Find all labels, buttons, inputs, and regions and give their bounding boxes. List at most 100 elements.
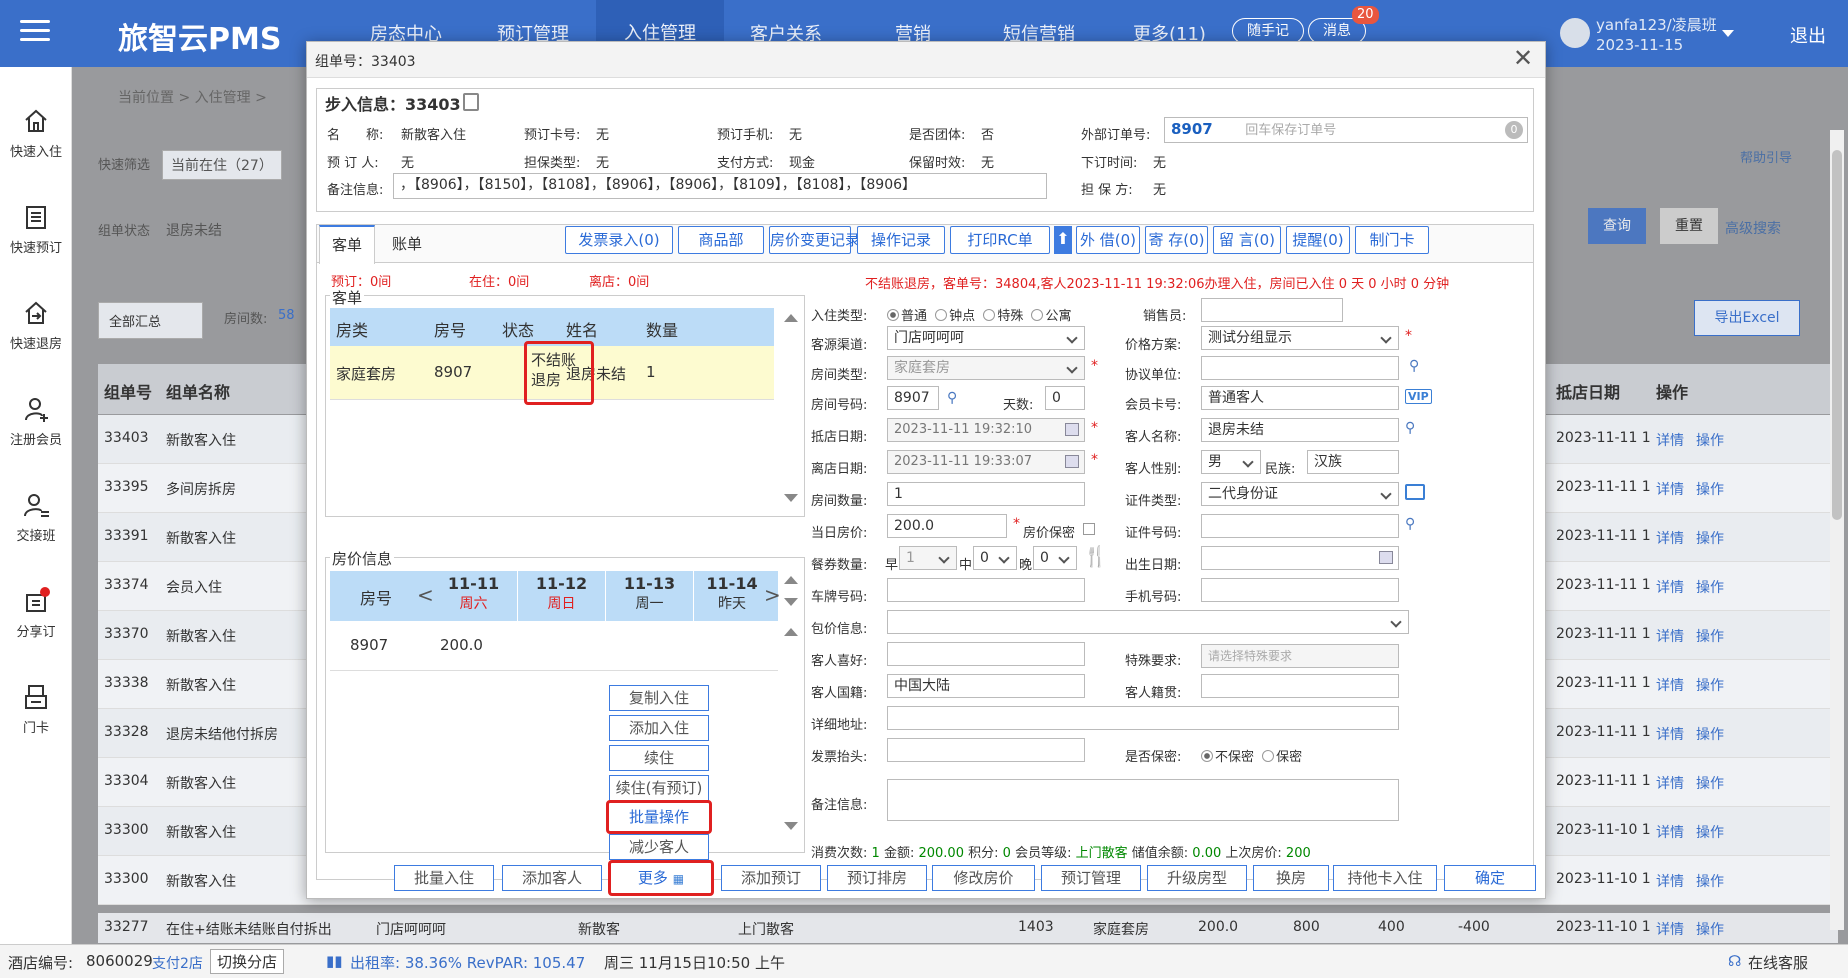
sidebar-item-quick-booking[interactable]: 快速预订 xyxy=(0,203,72,256)
calendar-icon[interactable] xyxy=(1379,551,1393,564)
radio-apartment[interactable]: 公寓 xyxy=(1031,309,1071,324)
avatar[interactable] xyxy=(1560,18,1590,48)
detail-link[interactable]: 详情 xyxy=(1656,626,1684,646)
operation-log-button[interactable]: 操作记录 xyxy=(857,226,945,254)
operate-link[interactable]: 操作 xyxy=(1696,430,1724,450)
add-checkin-button[interactable]: 添加入住 xyxy=(609,715,709,741)
reset-button[interactable]: 重置 xyxy=(1660,208,1718,244)
detail-link[interactable]: 详情 xyxy=(1656,822,1684,842)
add-booking-button[interactable]: 添加预订 xyxy=(721,865,821,891)
user-name[interactable]: yanfa123/凌晨班 xyxy=(1596,14,1717,35)
reminder-button[interactable]: 提醒(0) xyxy=(1286,226,1350,254)
extend-with-booking-button[interactable]: 续住(有预订) xyxy=(609,775,709,801)
operate-link[interactable]: 操作 xyxy=(1696,528,1724,548)
price-cell[interactable]: 200.0 xyxy=(440,636,483,654)
other-card-checkin-button[interactable]: 持他卡入住 xyxy=(1333,865,1437,891)
salesperson-input[interactable] xyxy=(1201,298,1343,322)
radio-normal[interactable]: 普通 xyxy=(887,309,927,324)
remark-box[interactable]: ，【8906】，【8150】，【8108】，【8906】，【8906】，【810… xyxy=(393,173,1047,199)
confirm-button[interactable]: 确定 xyxy=(1444,865,1536,891)
detail-link[interactable]: 详情 xyxy=(1656,919,1684,939)
vip-icon[interactable]: VIP xyxy=(1405,389,1432,404)
search-icon[interactable]: ⚲ xyxy=(1405,516,1415,532)
operate-link[interactable]: 操作 xyxy=(1696,626,1724,646)
menu-icon[interactable] xyxy=(20,20,50,44)
scroll-down-icon[interactable] xyxy=(784,822,798,830)
operate-link[interactable]: 操作 xyxy=(1696,773,1724,793)
query-button[interactable]: 查询 xyxy=(1588,208,1646,244)
id-type-select[interactable]: 二代身份证 xyxy=(1201,482,1399,506)
radio-hourly[interactable]: 钟点 xyxy=(935,309,975,324)
package-select[interactable] xyxy=(887,610,1409,634)
id-number-input[interactable] xyxy=(1201,514,1399,538)
invoice-title-input[interactable] xyxy=(887,738,1085,762)
room-type-select[interactable]: 家庭套房 xyxy=(887,356,1085,380)
scrollbar-thumb[interactable] xyxy=(1832,150,1842,520)
sidebar-item-register-member[interactable]: 注册会员 xyxy=(0,395,72,448)
radio-secret[interactable]: 保密 xyxy=(1262,750,1302,765)
add-guest-button[interactable]: 添加客人 xyxy=(502,865,602,891)
group-status-value[interactable]: 退房未结 xyxy=(166,220,222,240)
detail-link[interactable]: 详情 xyxy=(1656,577,1684,597)
detail-link[interactable]: 详情 xyxy=(1656,871,1684,891)
external-order-input[interactable]: 8907 回车保存订单号 0 xyxy=(1164,117,1528,143)
operate-link[interactable]: 操作 xyxy=(1696,919,1724,939)
operate-link[interactable]: 操作 xyxy=(1696,479,1724,499)
price-secret-checkbox[interactable] xyxy=(1083,523,1095,535)
page-scrollbar[interactable] xyxy=(1830,130,1844,930)
help-link[interactable]: 帮助引导 xyxy=(1740,147,1792,166)
search-icon[interactable]: ⚲ xyxy=(1405,420,1415,436)
scroll-up-icon[interactable] xyxy=(784,314,798,322)
online-service-link[interactable]: 在线客服 xyxy=(1748,952,1808,973)
reduce-guest-button[interactable]: 减少客人 xyxy=(609,834,709,860)
calendar-icon[interactable] xyxy=(1065,423,1079,436)
lend-button[interactable]: 外 借(0) xyxy=(1076,226,1140,254)
search-icon[interactable]: ⚲ xyxy=(1409,358,1419,374)
scroll-down-icon[interactable] xyxy=(784,494,798,502)
sidebar-item-shift-handover[interactable]: 交接班 xyxy=(0,491,72,544)
quick-filter-select[interactable]: 当前在住（27） xyxy=(162,150,282,180)
switch-branch-button[interactable]: 切换分店 xyxy=(210,949,285,974)
print-rc-button[interactable]: 打印RC单 xyxy=(950,226,1050,254)
source-channel-select[interactable]: 门店呵呵呵 xyxy=(887,326,1085,350)
mobile-input[interactable] xyxy=(1201,578,1399,602)
breakfast-select[interactable]: 1 xyxy=(899,546,957,570)
id-reader-icon[interactable] xyxy=(1405,484,1425,500)
price-change-log-button[interactable]: 房价变更记录 xyxy=(769,226,860,254)
goods-button[interactable]: 商品部 xyxy=(678,226,764,254)
price-plan-select[interactable]: 测试分组显示 xyxy=(1201,326,1399,350)
invoice-entry-button[interactable]: 发票录入(0) xyxy=(565,226,673,254)
remark-textarea[interactable] xyxy=(887,779,1399,821)
calendar-icon[interactable] xyxy=(1065,455,1079,468)
special-request-select[interactable]: 请选择特殊要求 xyxy=(1201,644,1399,668)
plate-number-input[interactable] xyxy=(887,578,1085,602)
copy-icon[interactable] xyxy=(463,93,479,111)
detail-link[interactable]: 详情 xyxy=(1656,430,1684,450)
tab-guest[interactable]: 客单 xyxy=(319,225,375,264)
dinner-select[interactable]: 0 xyxy=(1033,546,1077,570)
room-qty-input[interactable]: 1 xyxy=(887,482,1085,506)
modify-price-button[interactable]: 修改房价 xyxy=(932,865,1035,891)
ethnicity-input[interactable]: 汉族 xyxy=(1307,450,1399,474)
advanced-search-link[interactable]: 高级搜索 xyxy=(1725,218,1781,238)
batch-checkin-button[interactable]: 批量入住 xyxy=(394,865,494,891)
address-input[interactable] xyxy=(887,706,1399,730)
extend-stay-button[interactable]: 续住 xyxy=(609,745,709,771)
tab-bill[interactable]: 账单 xyxy=(379,225,435,263)
nationality-input[interactable]: 中国大陆 xyxy=(887,674,1085,698)
upgrade-room-button[interactable]: 升级房型 xyxy=(1147,865,1247,891)
sidebar-item-quick-checkout[interactable]: 快速退房 xyxy=(0,299,72,352)
detail-link[interactable]: 详情 xyxy=(1656,675,1684,695)
sidebar-item-quick-checkin[interactable]: 快速入住 xyxy=(0,107,72,160)
radio-special[interactable]: 特殊 xyxy=(983,309,1023,324)
batch-operation-button[interactable]: 批量操作 xyxy=(609,804,709,830)
sidebar-item-door-card[interactable]: 门卡 xyxy=(0,683,72,736)
arrival-date-input[interactable]: 2023-11-11 19:32:10 xyxy=(887,418,1085,442)
agreement-unit-input[interactable] xyxy=(1201,356,1399,380)
next-arrow-icon[interactable]: > xyxy=(764,583,781,607)
operate-link[interactable]: 操作 xyxy=(1696,822,1724,842)
scroll-up-icon[interactable] xyxy=(784,628,798,636)
detail-link[interactable]: 详情 xyxy=(1656,773,1684,793)
lunch-select[interactable]: 0 xyxy=(973,546,1017,570)
close-icon[interactable]: ✕ xyxy=(1513,46,1533,70)
